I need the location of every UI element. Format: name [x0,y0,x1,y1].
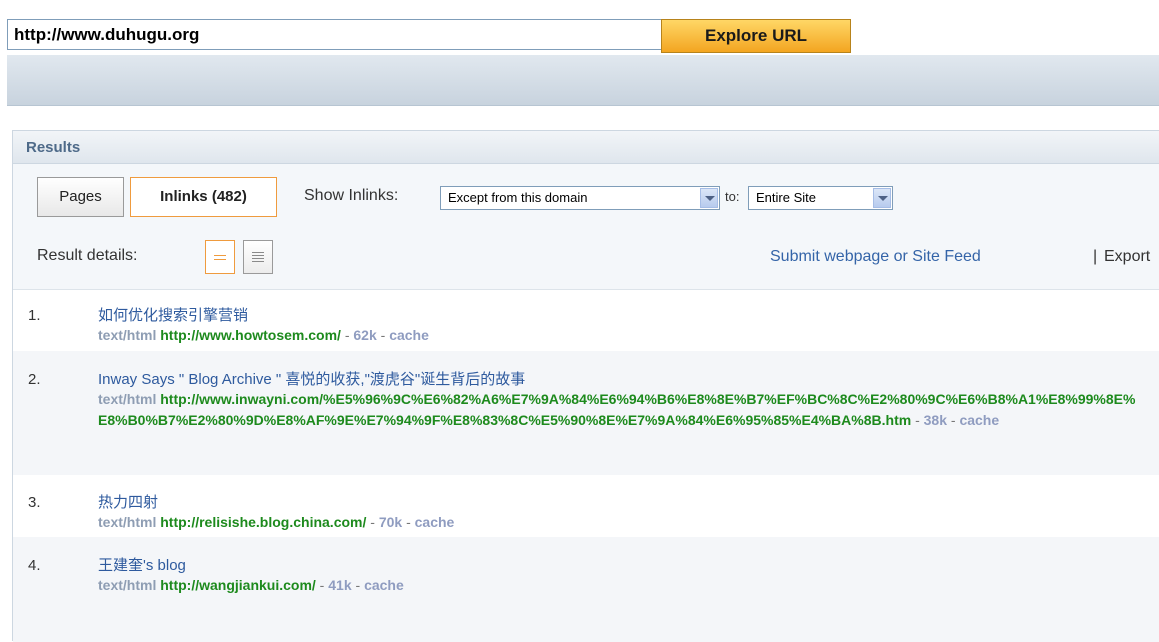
result-mime: text/html [98,577,157,593]
export-link[interactable]: Export [1104,248,1150,266]
result-number: 1. [28,307,41,324]
url-bar [7,19,667,52]
toolbar-band [7,55,1159,106]
result-cache-link[interactable]: cache [415,514,455,530]
result-cache-link[interactable]: cache [959,412,999,428]
result-size: 70k [378,514,403,530]
list-item: 2. Inway Says " Blog Archive " 喜悦的收获,"渡虎… [13,351,1159,475]
site-scope-value: Entire Site [756,190,816,205]
domain-filter-value: Except from this domain [448,190,588,205]
results-controls: Pages Inlinks (482) Show Inlinks: Except… [13,164,1159,290]
result-cache-link[interactable]: cache [364,577,404,593]
link-separator: | [1093,248,1098,265]
result-title-link[interactable]: 热力四射 [98,491,158,512]
result-meta: text/html http://www.inwayni.com/%E5%96%… [98,391,1136,428]
result-url-link[interactable]: http://www.howtosem.com/ [160,327,341,343]
site-scope-select[interactable]: Entire Site [748,186,893,210]
result-number: 3. [28,494,41,511]
result-url-link[interactable]: http://relisishe.blog.china.com/ [160,514,366,530]
result-number: 4. [28,557,41,574]
explore-url-button[interactable]: Explore URL [661,19,851,53]
result-mime: text/html [98,327,157,343]
chevron-down-icon[interactable] [700,188,718,208]
compact-view-button[interactable] [205,240,235,274]
result-details-label: Result details: [37,247,138,264]
tab-inlinks[interactable]: Inlinks (482) [130,177,277,217]
result-meta: text/html http://wangjiankui.com/ - 41k … [98,577,404,593]
list-item: 3. 热力四射 text/html http://relisishe.blog.… [13,475,1159,537]
detailed-view-button[interactable] [243,240,273,274]
result-meta: text/html http://relisishe.blog.china.co… [98,514,455,530]
result-url-link[interactable]: http://wangjiankui.com/ [160,577,316,593]
list-item: 4. 王建奎's blog text/html http://wangjiank… [13,537,1159,642]
domain-filter-select[interactable]: Except from this domain [440,186,720,210]
result-title-link[interactable]: 如何优化搜索引擎营销 [98,304,248,325]
result-size: 41k [328,577,352,593]
tab-pages[interactable]: Pages [37,177,124,217]
result-mime: text/html [98,391,157,407]
result-number: 2. [28,371,41,388]
show-inlinks-label: Show Inlinks: [304,187,399,204]
chevron-down-icon[interactable] [873,188,891,208]
result-size: 62k [353,327,377,343]
result-mime: text/html [98,514,157,530]
result-size: 38k [923,412,947,428]
result-title-link[interactable]: Inway Says " Blog Archive " 喜悦的收获,"渡虎谷"诞… [98,368,525,389]
result-title-link[interactable]: 王建奎's blog [98,554,186,575]
result-meta: text/html http://www.howtosem.com/ - 62k… [98,327,429,343]
results-panel: Results Pages Inlinks (482) Show Inlinks… [12,130,1159,642]
to-label: to: [725,189,740,204]
results-header: Results [13,131,1159,164]
result-cache-link[interactable]: cache [389,327,429,343]
url-input[interactable] [7,19,666,50]
list-item: 1. 如何优化搜索引擎营销 text/html http://www.howto… [13,289,1159,351]
submit-webpage-link[interactable]: Submit webpage or Site Feed [770,248,981,266]
